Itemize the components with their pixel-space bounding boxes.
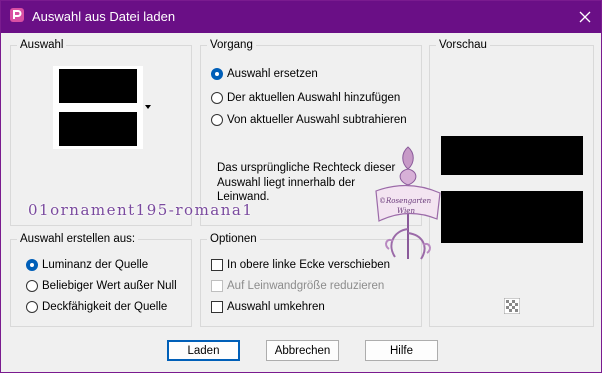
operation-group-title: Vorgang bbox=[207, 38, 256, 52]
check-move-top-left[interactable]: In obere linke Ecke verschieben bbox=[211, 259, 390, 271]
radio-add-selection[interactable]: Der aktuellen Auswahl hinzufügen bbox=[211, 92, 400, 104]
radio-any-nonzero[interactable]: Beliebiger Wert außer Null bbox=[26, 280, 177, 292]
window-title: Auswahl aus Datei laden bbox=[32, 9, 176, 24]
radio-label: Deckfähigkeit der Quelle bbox=[42, 301, 168, 313]
checkbox-label: In obere linke Ecke verschieben bbox=[227, 259, 391, 271]
options-group-title: Optionen bbox=[207, 232, 260, 246]
selection-thumbnail[interactable] bbox=[53, 66, 143, 149]
watermark-filename-text: 01ornament195-romana1 bbox=[28, 201, 254, 219]
watermark-stamp-line1: ©Rosengarten bbox=[379, 197, 432, 205]
checkbox[interactable] bbox=[211, 301, 223, 313]
help-button[interactable]: Hilfe bbox=[365, 340, 438, 361]
radio-label: Von aktueller Auswahl subtrahieren bbox=[227, 114, 407, 126]
radio-button[interactable] bbox=[211, 92, 223, 104]
preview-group-title: Vorschau bbox=[436, 38, 490, 52]
checkbox bbox=[211, 280, 223, 292]
preview-lower-block bbox=[441, 191, 583, 243]
checkbox-label: Auf Leinwandgröße reduzieren bbox=[227, 280, 385, 292]
selection-group: Auswahl bbox=[10, 38, 192, 226]
checkerboard-icon[interactable] bbox=[504, 298, 520, 314]
radio-button[interactable] bbox=[26, 280, 38, 292]
checkbox-label: Auswahl umkehren bbox=[227, 301, 325, 313]
close-button[interactable] bbox=[569, 1, 601, 33]
check-invert-selection[interactable]: Auswahl umkehren bbox=[211, 301, 325, 313]
checkbox[interactable] bbox=[211, 259, 223, 271]
dialog-window: Auswahl aus Datei laden Auswahl Vorgang … bbox=[0, 0, 602, 373]
close-icon bbox=[579, 11, 591, 23]
cancel-button[interactable]: Abbrechen bbox=[266, 340, 339, 361]
load-button[interactable]: Laden bbox=[167, 340, 240, 361]
thumbnail-upper-block bbox=[59, 69, 137, 103]
radio-label: Luminanz der Quelle bbox=[42, 259, 149, 271]
radio-label: Beliebiger Wert außer Null bbox=[42, 280, 177, 292]
radio-button[interactable] bbox=[26, 259, 38, 271]
thumbnail-lower-block bbox=[59, 112, 137, 146]
paintshop-app-icon bbox=[10, 8, 24, 22]
radio-label: Auswahl ersetzen bbox=[227, 68, 318, 80]
radio-replace-selection[interactable]: Auswahl ersetzen bbox=[211, 68, 318, 80]
create-from-group-title: Auswahl erstellen aus: bbox=[17, 232, 139, 246]
check-crop-to-canvas: Auf Leinwandgröße reduzieren bbox=[211, 280, 384, 292]
radio-button[interactable] bbox=[211, 68, 223, 80]
radio-label: Der aktuellen Auswahl hinzufügen bbox=[227, 92, 401, 104]
radio-source-opacity[interactable]: Deckfähigkeit der Quelle bbox=[26, 301, 167, 313]
radio-button[interactable] bbox=[211, 114, 223, 126]
preview-upper-block bbox=[441, 136, 583, 175]
thumbnail-dropdown-arrow-icon[interactable] bbox=[145, 105, 151, 109]
radio-source-luminance[interactable]: Luminanz der Quelle bbox=[26, 259, 148, 271]
radio-button[interactable] bbox=[26, 301, 38, 313]
selection-group-title: Auswahl bbox=[17, 38, 67, 52]
selection-info-text: Das ursprüngliche Rechteck dieser Auswah… bbox=[217, 162, 396, 203]
radio-subtract-selection[interactable]: Von aktueller Auswahl subtrahieren bbox=[211, 114, 407, 126]
watermark-stamp-line2: Wien bbox=[397, 207, 415, 215]
title-bar: Auswahl aus Datei laden bbox=[1, 1, 601, 33]
preview-group: Vorschau bbox=[429, 38, 594, 327]
